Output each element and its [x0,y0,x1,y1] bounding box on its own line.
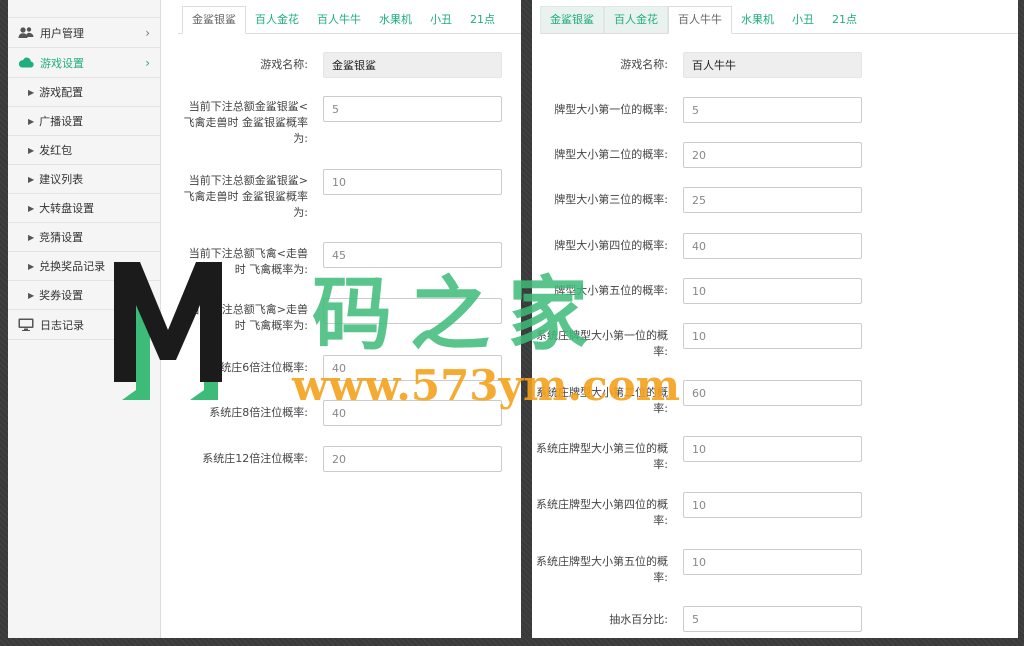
caret-right-icon: ▶ [28,290,35,300]
tab-jinsha-yinsha[interactable]: 金鲨银鲨 [182,6,246,34]
probability-input-3[interactable] [323,242,502,268]
field-label: 系统庄12倍注位概率: [202,452,308,465]
field-label: 游戏名称: [260,58,308,71]
sidebar-item-label: 竞猜设置 [39,231,84,244]
field-label: 系统庄牌型大小第二位的概率: [536,386,668,415]
caret-right-icon: ▶ [28,174,35,184]
banker-rank-probability-input-1[interactable] [683,323,862,349]
rank-probability-input-3[interactable] [683,187,862,213]
sidebar-item-label: 奖券设置 [39,289,84,302]
sidebar-item-label: 用户管理 [40,26,84,40]
sidebar-item-logs[interactable]: 日志记录 › [8,310,160,340]
field-label: 系统庄牌型大小第五位的概率: [536,555,668,584]
right-screenshot-panel: 金鲨银鲨 百人金花 百人牛牛 水果机 小丑 21点 游戏名称: 牌型大小第一位的… [532,0,1018,638]
rank-probability-input-2[interactable] [683,142,862,168]
probability-input-12x[interactable] [323,446,502,472]
tab-blackjack[interactable]: 21点 [823,7,866,33]
chevron-right-icon: › [145,318,150,332]
game-name-field[interactable] [683,52,862,78]
sidebar-subitem-prize-records[interactable]: ▶ 兑换奖品记录 [8,252,160,281]
sidebar-item-user-management[interactable]: 用户管理 › [8,18,160,48]
probability-input-1[interactable] [323,96,502,122]
field-label: 抽水百分比: [609,613,668,626]
field-label: 当前下注总额飞禽>走兽时 飞禽概率为: [188,303,308,332]
sidebar-item-label: 广播设置 [39,115,84,128]
rank-probability-input-5[interactable] [683,278,862,304]
rake-percentage-input[interactable] [683,606,862,632]
field-label: 牌型大小第一位的概率: [554,103,668,116]
sidebar-item-label: 大转盘设置 [39,202,95,215]
sidebar: 用户管理 › 游戏设置 › ▶ 游戏配置 ▶ 广播设置 ▶ 发红包 ▶ 建议列表 ▶ 大转… [8,0,161,638]
field-label: 系统庄6倍注位概率: [209,361,308,374]
field-label: 系统庄牌型大小第四位的概率: [536,498,668,527]
caret-right-icon: ▶ [28,116,35,126]
sidebar-subitem-game-config[interactable]: ▶ 游戏配置 [8,78,160,107]
field-label: 系统庄牌型大小第三位的概率: [536,442,668,471]
banker-rank-probability-input-2[interactable] [683,380,862,406]
caret-right-icon: ▶ [28,145,35,155]
sidebar-subitem-suggestions[interactable]: ▶ 建议列表 [8,165,160,194]
sidebar-subitem-voucher[interactable]: ▶ 奖券设置 [8,281,160,310]
caret-right-icon: ▶ [28,203,35,213]
field-label: 牌型大小第二位的概率: [554,148,668,161]
users-icon [18,26,34,40]
field-label: 牌型大小第三位的概率: [554,193,668,206]
chevron-right-icon: › [145,56,150,70]
sidebar-subitem-red-packet[interactable]: ▶ 发红包 [8,136,160,165]
caret-right-icon: ▶ [28,232,35,242]
tab-clown[interactable]: 小丑 [783,7,823,33]
probability-input-4[interactable] [323,298,502,324]
tab-bairen-jinhua[interactable]: 百人金花 [604,6,668,33]
sidebar-subitem-betting[interactable]: ▶ 竞猜设置 [8,223,160,252]
tab-fruit-machine[interactable]: 水果机 [370,7,421,33]
sidebar-subitem-wheel[interactable]: ▶ 大转盘设置 [8,194,160,223]
sidebar-item-game-settings[interactable]: 游戏设置 › [8,48,160,78]
left-screenshot-panel: 用户管理 › 游戏设置 › ▶ 游戏配置 ▶ 广播设置 ▶ 发红包 ▶ 建议列表 ▶ 大转… [8,0,521,638]
monitor-icon [18,318,34,332]
tab-bairen-niuniu[interactable]: 百人牛牛 [308,7,370,33]
sidebar-top-spacer [8,0,160,18]
sidebar-item-label: 游戏设置 [40,56,84,70]
tab-clown[interactable]: 小丑 [421,7,461,33]
probability-input-8x[interactable] [323,400,502,426]
sidebar-item-label: 兑换奖品记录 [39,260,106,273]
game-tabs: 金鲨银鲨 百人金花 百人牛牛 水果机 小丑 21点 [540,0,1018,34]
field-label: 当前下注总额金鲨银鲨>飞禽走兽时 金鲨银鲨概率为: [183,174,309,219]
rank-probability-input-1[interactable] [683,97,862,123]
tab-bairen-niuniu[interactable]: 百人牛牛 [668,6,732,34]
field-label: 当前下注总额飞禽<走兽时 飞禽概率为: [188,247,308,276]
game-name-field[interactable] [323,52,502,78]
cloud-icon [18,56,34,70]
sidebar-subitem-broadcast[interactable]: ▶ 广播设置 [8,107,160,136]
caret-right-icon: ▶ [28,87,35,97]
game-tabs: 金鲨银鲨 百人金花 百人牛牛 水果机 小丑 21点 [178,0,521,34]
sidebar-item-label: 建议列表 [39,173,84,186]
sidebar-item-label: 游戏配置 [39,86,84,99]
field-label: 系统庄8倍注位概率: [209,406,308,419]
tab-fruit-machine[interactable]: 水果机 [732,7,783,33]
field-label: 系统庄牌型大小第一位的概率: [536,329,668,358]
tab-jinsha-yinsha[interactable]: 金鲨银鲨 [540,6,604,33]
field-label: 当前下注总额金鲨银鲨<飞禽走兽时 金鲨银鲨概率为: [183,100,309,145]
banker-rank-probability-input-4[interactable] [683,492,862,518]
field-label: 牌型大小第四位的概率: [554,239,668,252]
rank-probability-input-4[interactable] [683,233,862,259]
sidebar-item-label: 日志记录 [40,318,84,332]
sidebar-item-label: 发红包 [39,144,73,157]
banker-rank-probability-input-3[interactable] [683,436,862,462]
caret-right-icon: ▶ [28,261,35,271]
tab-bairen-jinhua[interactable]: 百人金花 [246,7,308,33]
field-label: 游戏名称: [620,58,668,71]
chevron-right-icon: › [145,26,150,40]
field-label: 牌型大小第五位的概率: [554,284,668,297]
banker-rank-probability-input-5[interactable] [683,549,862,575]
tab-blackjack[interactable]: 21点 [461,7,504,33]
probability-input-2[interactable] [323,169,502,195]
probability-input-6x[interactable] [323,355,502,381]
